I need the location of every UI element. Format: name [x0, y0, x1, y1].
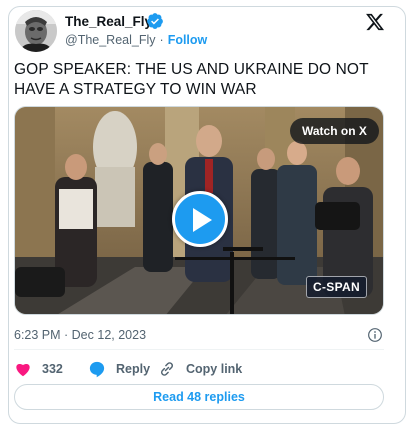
reply-button[interactable]: Reply: [88, 358, 150, 380]
link-icon: [160, 362, 174, 376]
broadcaster-watermark: C-SPAN: [306, 276, 367, 298]
watch-on-x-button[interactable]: Watch on X: [290, 118, 379, 144]
avatar[interactable]: [15, 10, 57, 52]
like-count: 332: [42, 362, 63, 376]
author-handle[interactable]: @The_Real_Fly: [65, 33, 156, 47]
read-replies-button[interactable]: Read 48 replies: [14, 384, 384, 410]
copy-link-button[interactable]: Copy link: [158, 358, 242, 380]
x-logo-icon[interactable]: [365, 12, 385, 32]
follow-link[interactable]: Follow: [168, 33, 208, 47]
info-icon[interactable]: [367, 327, 383, 343]
handle-row: @The_Real_Fly · Follow: [65, 33, 207, 47]
reply-label: Reply: [116, 362, 151, 376]
divider: [14, 349, 384, 350]
reply-bubble-icon: [89, 361, 105, 378]
tweet-text: GOP SPEAKER: THE US AND UKRAINE DO NOT H…: [14, 61, 369, 98]
play-button[interactable]: [172, 191, 228, 247]
separator-dot: ·: [159, 33, 164, 47]
tweet-timestamp[interactable]: 6:23 PM · Dec 12, 2023: [14, 328, 146, 342]
author-display-name[interactable]: The_Real_Fly: [65, 14, 152, 29]
action-bar: 332 Reply Copy link: [14, 358, 384, 380]
like-button[interactable]: 332: [14, 358, 63, 380]
avatar-portrait: [15, 10, 57, 52]
verified-badge-icon: [147, 13, 163, 29]
play-icon: [193, 208, 212, 232]
copy-link-label: Copy link: [186, 362, 243, 376]
heart-icon: [16, 363, 30, 377]
